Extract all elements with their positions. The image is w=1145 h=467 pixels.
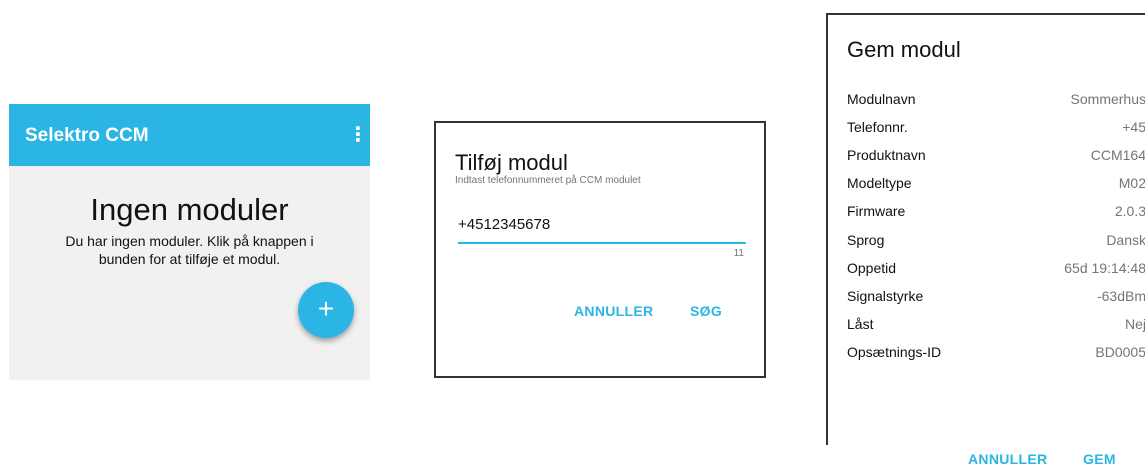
detail-label: Firmware xyxy=(847,203,906,220)
home-screen: Selektro CCM ⋮ Ingen moduler Du har inge… xyxy=(9,104,370,380)
detail-value: M02 xyxy=(1118,175,1145,192)
detail-label: Modeltype xyxy=(847,175,912,192)
detail-value: Sommerhus xyxy=(1070,91,1145,108)
save-button[interactable]: GEM xyxy=(1083,451,1116,467)
detail-value: 2.0.3 xyxy=(1114,203,1145,220)
detail-label: Opsætnings-ID xyxy=(847,343,942,360)
detail-label: Produktnavn xyxy=(847,147,926,164)
detail-value: CCM164 xyxy=(1090,147,1145,164)
add-module-button[interactable]: + xyxy=(298,282,354,338)
detail-row: Produktnavn CCM164 xyxy=(847,141,1145,169)
cancel-button[interactable]: ANNULLER xyxy=(968,451,1047,467)
cancel-button[interactable]: ANNULLER xyxy=(574,303,653,319)
empty-state-heading: Ingen moduler xyxy=(90,192,289,227)
app-bar: Selektro CCM ⋮ xyxy=(9,104,370,166)
detail-row: Firmware 2.0.3 xyxy=(847,197,1145,225)
detail-value: BD0005 xyxy=(1095,343,1145,360)
dialog-subtitle: Indtast telefonnummeret på CCM modulet xyxy=(455,175,641,186)
character-counter: 11 xyxy=(733,248,744,259)
detail-row: Opsætnings-ID BD0005 xyxy=(847,338,1145,366)
detail-value: Nej xyxy=(1124,315,1145,332)
detail-row: Sprog Dansk xyxy=(847,225,1145,253)
detail-label: Sprog xyxy=(847,231,885,248)
detail-label: Låst xyxy=(847,315,874,332)
phone-input[interactable] xyxy=(458,210,746,244)
detail-value: +45 xyxy=(1122,119,1145,136)
detail-value: Dansk xyxy=(1106,231,1145,248)
add-module-dialog: Tilføj modul Indtast telefonnummeret på … xyxy=(434,121,766,378)
detail-row: Modulnavn Sommerhus xyxy=(847,85,1145,113)
detail-row: Oppetid 65d 19:14:48 xyxy=(847,254,1145,282)
save-module-dialog: Gem modul Modulnavn Sommerhus Telefonnr. +… xyxy=(826,13,1145,467)
module-details-list: Modulnavn Sommerhus Telefonnr. +45 Produkt… xyxy=(847,85,1145,366)
search-button[interactable]: SØG xyxy=(690,303,722,319)
detail-row: Modeltype M02 xyxy=(847,169,1145,197)
detail-label: Signalstyrke xyxy=(847,287,924,304)
detail-value: -63dBm xyxy=(1096,287,1145,304)
overflow-menu-icon[interactable]: ⋮ xyxy=(348,125,368,145)
detail-row: Telefonnr. +45 xyxy=(847,113,1145,141)
detail-label: Telefonnr. xyxy=(847,119,908,136)
detail-label: Modulnavn xyxy=(847,91,916,108)
app-title: Selektro CCM xyxy=(25,125,149,146)
plus-icon: + xyxy=(317,293,335,324)
dialog-title: Gem modul xyxy=(847,37,961,62)
dialog-title: Tilføj modul xyxy=(455,150,568,175)
empty-state-message: Du har ingen moduler. Klik på knappen i … xyxy=(65,233,314,267)
detail-row: Signalstyrke -63dBm xyxy=(847,282,1145,310)
detail-value: 65d 19:14:48 xyxy=(1064,259,1145,276)
detail-label: Oppetid xyxy=(847,259,897,276)
detail-row: Låst Nej xyxy=(847,310,1145,338)
